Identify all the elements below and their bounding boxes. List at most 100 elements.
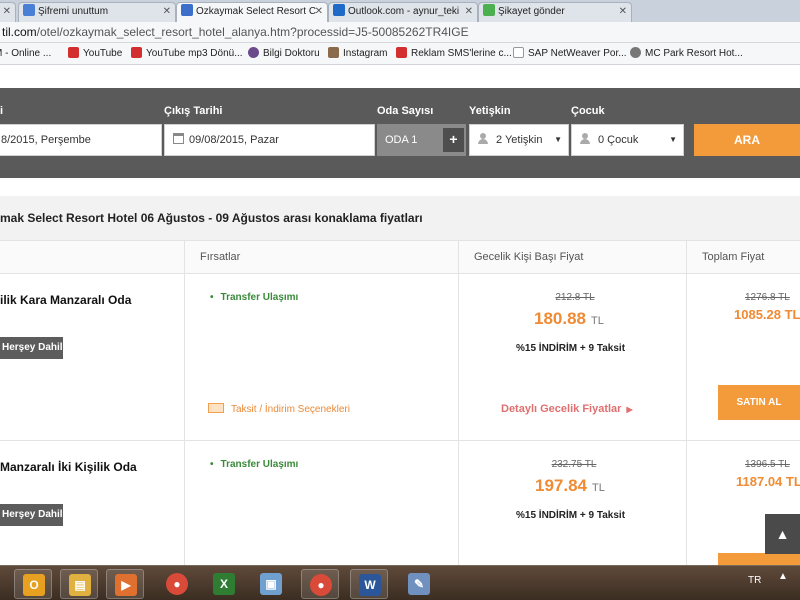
- bookmark-item[interactable]: Bilgi Doktoru: [248, 43, 320, 64]
- calendar-icon: [173, 133, 184, 144]
- children-select[interactable]: 0 Çocuk ▼: [571, 124, 684, 156]
- folder-icon: ▤: [69, 574, 91, 596]
- taskbar-explorer[interactable]: ▤: [60, 569, 98, 599]
- tab-label: Outlook.com - aynur_teki: [348, 6, 460, 17]
- bookmark-item[interactable]: Instagram: [328, 43, 387, 64]
- person-icon: [478, 133, 488, 144]
- new-nightly-price: 197.84 TL: [535, 476, 605, 495]
- instagram-icon: [328, 47, 339, 58]
- board-badge: Herşey Dahil: [0, 504, 63, 526]
- board-badge: Herşey Dahil: [0, 337, 63, 359]
- excel-icon: X: [213, 573, 235, 595]
- close-icon[interactable]: ✕: [163, 3, 171, 21]
- children-label: Çocuk: [571, 105, 605, 117]
- paint-icon: ✎: [408, 573, 430, 595]
- room-name: ilik Kara Manzaralı Oda: [0, 293, 132, 307]
- column-header-total: Toplam Fiyat: [702, 251, 765, 263]
- checkout-date-field[interactable]: 09/08/2015, Pazar: [164, 124, 375, 156]
- taskbar-chrome[interactable]: ●: [158, 569, 196, 599]
- column-divider: [458, 240, 459, 565]
- tab-sifremi-unuttum[interactable]: Şifremi unuttum ✕: [18, 2, 176, 22]
- checkout-label: Çıkış Tarihi: [164, 105, 223, 117]
- installment-options-link[interactable]: Taksit / İndirim Seçenekleri: [208, 403, 350, 415]
- checkin-label: i: [0, 105, 4, 117]
- taskbar: O ▤ ▶ ● X ▣ ● W ✎: [0, 565, 800, 600]
- tab-label: Ozkaymak Select Resort C: [196, 6, 317, 17]
- youtube-icon: [68, 47, 79, 58]
- tab-partial[interactable]: ✕: [0, 2, 16, 22]
- chrome-icon: ●: [166, 573, 188, 595]
- outlook-favicon-icon: [333, 4, 345, 16]
- site-favicon-icon: [23, 4, 35, 16]
- youtube-icon: [131, 47, 142, 58]
- arrow-up-icon: ▲: [775, 526, 790, 542]
- old-total-price: 1396.5 TL: [745, 459, 790, 470]
- person-icon: [580, 133, 590, 144]
- old-nightly-price: 212.8 TL: [555, 292, 595, 303]
- adults-select[interactable]: 2 Yetişkin ▼: [469, 124, 569, 156]
- old-nightly-price: 232.75 TL: [551, 459, 597, 470]
- new-nightly-price: 180.88 TL: [534, 309, 604, 328]
- taskbar-chrome-active[interactable]: ●: [301, 569, 339, 599]
- play-icon: ▶: [115, 574, 137, 596]
- tab-sikayet-gonder[interactable]: Şikayet gönder ✕: [478, 2, 632, 22]
- room-name: Manzaralı İki Kişilik Oda: [0, 460, 137, 474]
- tray-expand-icon[interactable]: ▲: [778, 571, 788, 582]
- bookmark-item[interactable]: YouTube: [68, 43, 122, 64]
- currency-label: TL: [591, 315, 604, 327]
- old-total-price: 1276.8 TL: [745, 292, 790, 303]
- url-host: til.com: [2, 25, 37, 39]
- chevron-down-icon: ▼: [669, 135, 677, 144]
- column-divider: [686, 240, 687, 565]
- discount-text: %15 İNDİRİM + 9 Taksit: [516, 510, 626, 521]
- results-header: Fırsatlar Gecelik Kişi Başı Fiyat Toplam…: [0, 240, 800, 274]
- currency-label: TL: [592, 482, 605, 494]
- word-icon: W: [359, 574, 381, 596]
- close-icon[interactable]: ✕: [619, 3, 627, 21]
- credit-card-icon: [208, 403, 224, 413]
- discount-text: %15 İNDİRİM + 9 Taksit: [516, 343, 626, 354]
- tab-ozkaymak[interactable]: Ozkaymak Select Resort C ✕: [176, 2, 328, 22]
- taskbar-photos[interactable]: ▣: [252, 569, 290, 599]
- column-divider: [184, 240, 185, 565]
- buy-button[interactable]: [718, 553, 800, 565]
- column-header-nightly: Gecelik Kişi Başı Fiyat: [474, 251, 584, 263]
- chevron-down-icon: ▼: [554, 135, 562, 144]
- tab-outlook[interactable]: Outlook.com - aynur_teki ✕: [328, 2, 478, 22]
- row-divider: [0, 440, 800, 441]
- triangle-right-icon: ▶: [626, 405, 633, 414]
- offer-item: Transfer Ulaşımı: [210, 292, 299, 303]
- bookmark-item[interactable]: M - Online ...: [0, 43, 51, 64]
- bookmark-item[interactable]: Reklam SMS'lerine c...: [396, 43, 512, 64]
- bookmark-item[interactable]: YouTube mp3 Dönü...: [131, 43, 243, 64]
- bookmark-item[interactable]: MC Park Resort Hot...: [630, 43, 743, 64]
- checkin-date-field[interactable]: 8/2015, Perşembe: [0, 124, 162, 156]
- tab-label: Şikayet gönder: [498, 6, 565, 17]
- close-icon[interactable]: ✕: [3, 3, 11, 21]
- taskbar-word[interactable]: W: [350, 569, 388, 599]
- tab-label: Şifremi unuttum: [38, 6, 109, 17]
- search-button[interactable]: ARA: [694, 124, 800, 156]
- adults-label: Yetişkin: [469, 105, 511, 117]
- address-bar[interactable]: til.com/otel/ozkaymak_select_resort_hote…: [0, 22, 800, 43]
- scroll-to-top-button[interactable]: ▲: [765, 514, 800, 554]
- site-favicon-icon: [483, 4, 495, 16]
- globe-icon: [630, 47, 641, 58]
- chrome-icon: ●: [310, 574, 332, 596]
- close-icon[interactable]: ✕: [315, 3, 323, 21]
- taskbar-media-player[interactable]: ▶: [106, 569, 144, 599]
- close-icon[interactable]: ✕: [465, 3, 473, 21]
- taskbar-excel[interactable]: X: [205, 569, 243, 599]
- new-total-price: 1187.04 TL: [736, 474, 800, 489]
- nightly-details-link[interactable]: Detaylı Gecelik Fiyatlar ▶: [501, 403, 633, 415]
- bookmark-item[interactable]: SAP NetWeaver Por...: [513, 43, 627, 64]
- taskbar-outlook[interactable]: O: [14, 569, 52, 599]
- c-icon: [396, 47, 407, 58]
- keyboard-language[interactable]: TR: [748, 575, 761, 586]
- add-room-button[interactable]: +: [443, 128, 464, 152]
- buy-button[interactable]: SATIN AL: [718, 385, 800, 420]
- column-header-offers: Fırsatlar: [200, 251, 241, 263]
- offer-item: Transfer Ulaşımı: [210, 459, 299, 470]
- results-title: mak Select Resort Hotel 06 Ağustos - 09 …: [0, 196, 800, 240]
- taskbar-paint[interactable]: ✎: [400, 569, 438, 599]
